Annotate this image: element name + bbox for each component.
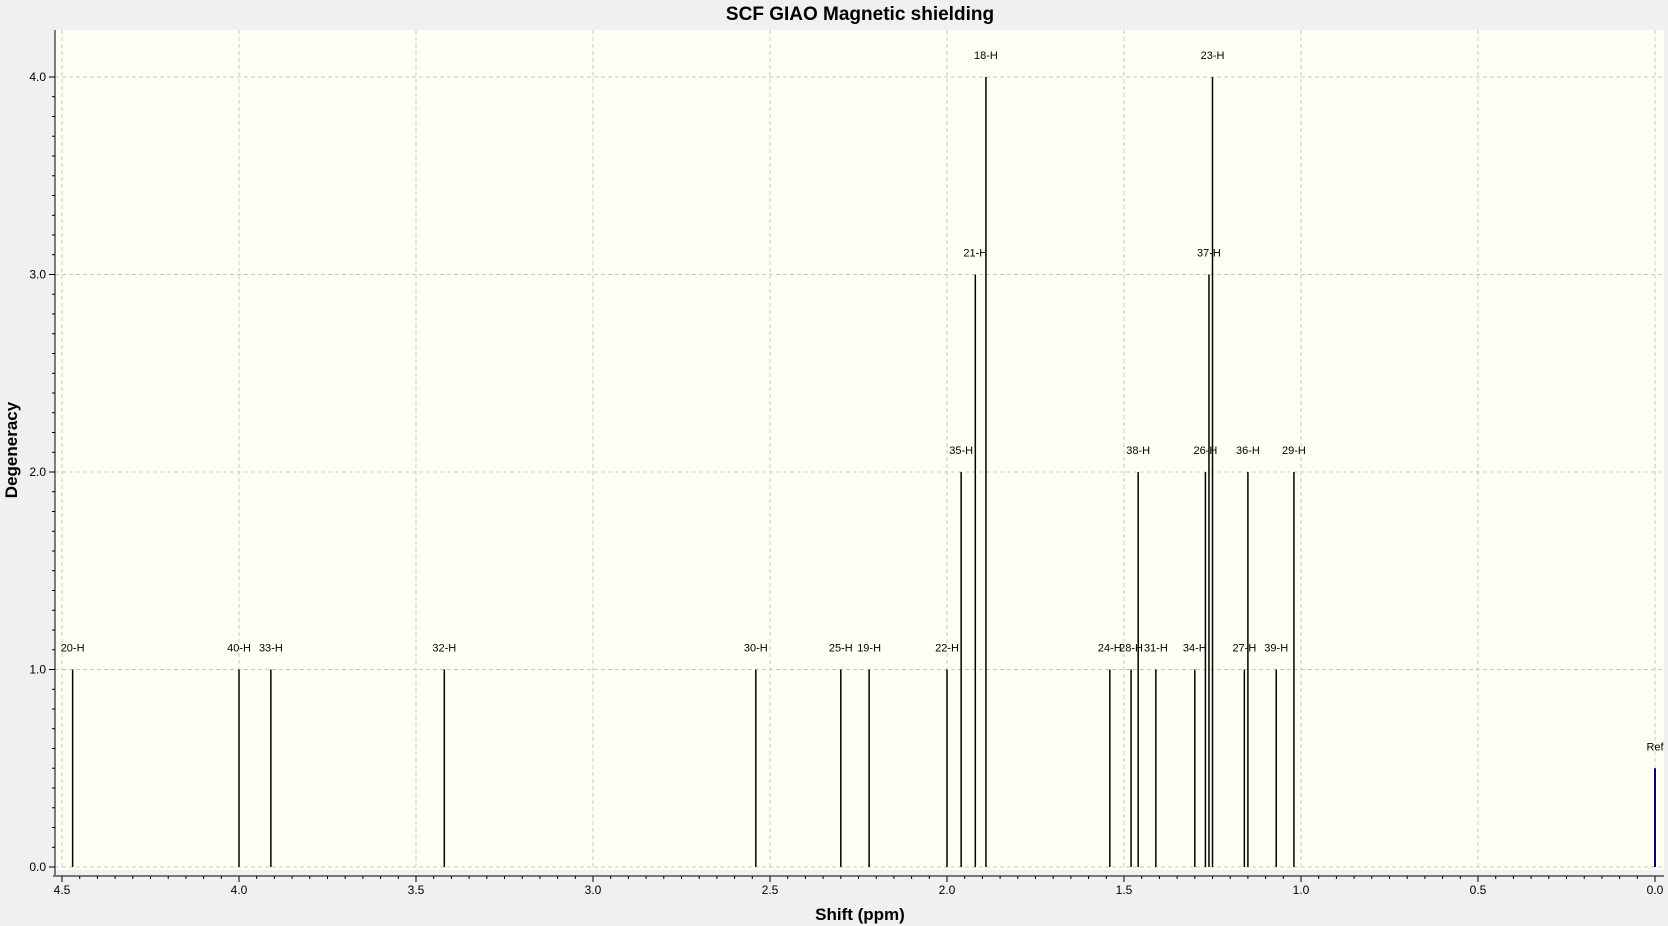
peak-label: 22-H [935, 643, 959, 655]
y-tick-label: 2.0 [29, 465, 46, 479]
x-tick-label: 4.5 [54, 883, 71, 897]
peak-label: 36-H [1236, 445, 1260, 457]
peak-label: 40-H [227, 643, 251, 655]
peak-label: 25-H [829, 643, 853, 655]
peak-label: 30-H [744, 643, 768, 655]
x-tick-label: 3.5 [408, 883, 425, 897]
peak-label: 34-H [1183, 643, 1207, 655]
peak-label: Ref [1646, 741, 1664, 753]
peak-label: 35-H [949, 445, 973, 457]
peak-label: 37-H [1197, 248, 1221, 260]
chart-container: 4.5 4.0 3.5 3.0 2.5 2.0 1.5 1.0 0.5 0.0 0.0 1.0 2.0 3… [0, 0, 1668, 926]
chart-title: SCF GIAO Magnetic shielding [726, 4, 994, 25]
peak-label: 31-H [1144, 643, 1168, 655]
peak-label: 28-H [1119, 643, 1143, 655]
plot-area [55, 30, 1664, 870]
x-tick-label: 0.0 [1647, 883, 1664, 897]
x-tick-label: 3.0 [585, 883, 602, 897]
peak-label: 27-H [1232, 643, 1256, 655]
peak-label: 21-H [963, 248, 987, 260]
peak-label: 18-H [974, 50, 998, 62]
y-tick-label: 0.0 [29, 860, 46, 874]
peak-label: 19-H [857, 643, 881, 655]
x-tick-label: 4.0 [231, 883, 248, 897]
x-axis-title: Shift (ppm) [815, 905, 905, 924]
nmr-chart: 4.5 4.0 3.5 3.0 2.5 2.0 1.5 1.0 0.5 0.0 0.0 1.0 2.0 3… [0, 0, 1668, 926]
y-tick-label: 3.0 [29, 268, 46, 282]
peak-label: 23-H [1201, 50, 1225, 62]
peak-label: 32-H [432, 643, 456, 655]
peak-label: 38-H [1126, 445, 1150, 457]
y-axis-title: Degeneracy [2, 401, 21, 498]
peak-label: 29-H [1282, 445, 1306, 457]
peak-label: 39-H [1264, 643, 1288, 655]
x-tick-label: 0.5 [1470, 883, 1487, 897]
x-tick-label: 2.0 [939, 883, 956, 897]
x-tick-label: 1.0 [1293, 883, 1310, 897]
y-tick-label: 4.0 [29, 70, 46, 84]
peak-label: 33-H [259, 643, 283, 655]
peak-label: 26-H [1193, 445, 1217, 457]
peak-label: 20-H [61, 643, 85, 655]
y-tick-label: 1.0 [29, 663, 46, 677]
x-tick-label: 1.5 [1116, 883, 1133, 897]
x-tick-label: 2.5 [762, 883, 779, 897]
